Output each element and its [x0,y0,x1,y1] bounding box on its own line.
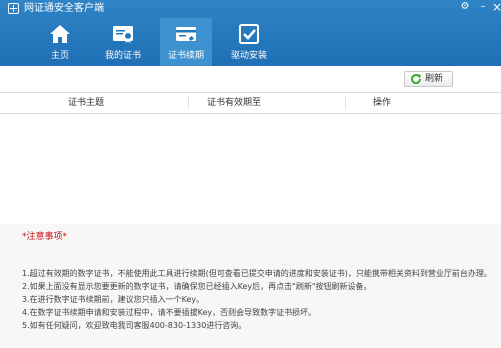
tab-driver-install[interactable]: 驱动安装 [223,18,275,66]
window-title: 网证通安全客户端 [24,3,104,14]
note-item: 3.在进行数字证书续期前，建议您只插入一个Key。 [22,295,205,304]
tab-my-certificates[interactable]: 我的证书 [97,18,149,66]
toolbar: 刷新 [0,66,501,92]
settings-icon[interactable]: ⚙ [456,0,474,16]
notes-title: *注意事项* [22,232,68,242]
title-bar: 网证通安全客户端 ⚙ – × [0,0,501,18]
note-item: 2.如果上面没有显示您要更新的数字证书，请确保您已经插入Key后，再点击"刷新"… [22,282,372,291]
renew-card-icon [176,27,196,41]
certificate-table-body [0,114,501,224]
refresh-button[interactable]: 刷新 [404,71,453,87]
certificate-table-header: 证书主题 证书有效期至 操作 [0,92,501,114]
tab-driver-install-label: 驱动安装 [230,51,267,61]
note-item: 4.在数字证书续期申请和安装过程中，请不要插拔Key，否则会导致数字证书损坏。 [22,308,317,317]
column-divider [345,97,346,109]
app-header: 网证通安全客户端 ⚙ – × 主页 我的证书 证书续期 驱动安装 [0,0,501,66]
checkbox-icon [239,24,259,44]
tab-certificate-renewal[interactable]: 证书续期 [160,18,212,66]
refresh-label: 刷新 [425,74,444,84]
tab-home[interactable]: 主页 [34,18,86,66]
certificate-icon [113,26,133,43]
main-nav: 主页 我的证书 证书续期 驱动安装 [0,18,501,66]
note-item: 1.超过有效期的数字证书，不能使用此工具进行续期(但可查看已提交申请的进度和安装… [22,269,492,278]
app-logo-icon [8,3,19,14]
close-button[interactable]: × [488,0,501,16]
home-icon [50,25,70,43]
note-item: 5.如有任何疑问，欢迎致电我司客服400-830-1330进行咨询。 [22,321,247,330]
column-action: 操作 [373,98,392,108]
column-divider [188,97,189,109]
notes-panel: *注意事项* 1.超过有效期的数字证书，不能使用此工具进行续期(但可查看已提交申… [0,224,501,348]
column-certificate-subject: 证书主题 [68,98,105,108]
refresh-icon [411,74,422,85]
column-valid-until: 证书有效期至 [207,98,262,108]
